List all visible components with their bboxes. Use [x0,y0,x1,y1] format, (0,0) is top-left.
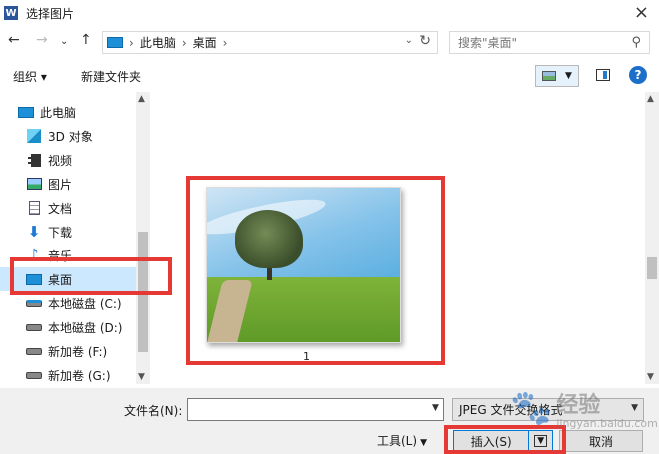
paw-logo-icon: 🐾 [510,388,553,428]
help-icon[interactable]: ? [629,66,647,84]
scroll-thumb[interactable] [647,257,657,279]
change-view-button[interactable]: ▼ [535,65,579,87]
sidebar-item-pictures[interactable]: 图片 [0,172,136,196]
baidu-jingyan-watermark: 🐾 经验 jingyan.baidu.com [510,378,658,438]
scroll-up-icon[interactable]: ▲ [647,94,654,104]
drive-icon [26,368,42,382]
pc-icon [107,37,123,48]
sidebar-item-drive-g[interactable]: 新加卷 (G:) [0,363,136,384]
watermark-sub: jingyan.baidu.com [556,416,658,430]
filename-label: 文件名(N): [124,404,183,418]
preview-pane-icon[interactable] [596,69,610,81]
search-placeholder: 搜索"桌面" [458,36,518,50]
sidebar-item-this-pc[interactable]: 此电脑 [0,100,136,124]
highlight-box-desktop [10,257,172,295]
sidebar-item-label: 图片 [48,177,73,192]
sidebar-item-label: 本地磁盘 (C:) [48,296,122,311]
breadcrumb-separator-icon[interactable]: › [223,36,228,50]
sidebar-item-label: 3D 对象 [48,129,93,144]
breadcrumb-desktop[interactable]: 桌面 [193,34,217,51]
sidebar-item-label: 下载 [48,225,73,240]
3d-objects-icon [26,129,42,143]
sidebar-scrollbar[interactable]: ▲ ▼ [136,92,150,384]
sidebar-item-drive-f[interactable]: 新加卷 (F:) [0,339,136,363]
close-icon[interactable]: × [634,2,649,23]
command-toolbar: 组织 ▾ 新建文件夹 ▼ ? [0,62,659,90]
navigation-bar: ← → ⌄ ↑ › 此电脑 › 桌面 › ⌄ ↻ 搜索"桌面" ⚲ [0,28,659,56]
scroll-down-icon[interactable]: ▼ [138,372,145,382]
organize-button[interactable]: 组织 ▾ [13,68,47,85]
chevron-down-icon: ▼ [420,438,427,448]
drive-icon [26,320,42,334]
filename-input[interactable] [187,398,444,421]
address-dropdown-icon[interactable]: ⌄ [405,35,413,46]
refresh-icon[interactable]: ↻ [419,33,431,49]
navigation-pane: 此电脑 3D 对象 视频 图片 文档 ⬇ 下载 ♪ 音乐 桌面 本地磁盘 (C:… [0,92,150,384]
thumbnail-view-icon [542,71,556,81]
drive-icon [26,296,42,310]
drive-icon [26,344,42,358]
breadcrumb-separator-icon: › [181,35,187,50]
highlight-box-image [186,176,445,365]
forward-arrow-icon[interactable]: → [36,32,48,48]
sidebar-item-label: 文档 [48,201,73,216]
search-icon[interactable]: ⚲ [631,35,641,50]
address-bar[interactable]: › 此电脑 › 桌面 › ⌄ ↻ [102,31,438,54]
breadcrumb-this-pc[interactable]: 此电脑 [140,34,176,51]
up-arrow-icon[interactable]: ↑ [80,32,92,48]
tools-label: 工具(L) [377,434,418,448]
sidebar-item-videos[interactable]: 视频 [0,148,136,172]
sidebar-item-label: 此电脑 [40,105,77,120]
documents-icon [26,201,42,215]
watermark-text: 经验 jingyan.baidu.com [556,387,658,430]
new-folder-button[interactable]: 新建文件夹 [81,68,141,85]
sidebar-item-downloads[interactable]: ⬇ 下载 [0,220,136,244]
download-icon: ⬇ [27,223,41,241]
video-icon [26,153,42,167]
sidebar-item-documents[interactable]: 文档 [0,196,136,220]
tools-button[interactable]: 工具(L) ▼ [377,432,427,449]
back-arrow-icon[interactable]: ← [8,32,20,48]
sidebar-item-label: 新加卷 (F:) [48,344,108,359]
title-bar: W 选择图片 × [0,0,659,26]
sidebar-item-label: 视频 [48,153,73,168]
word-app-icon: W [4,6,18,20]
breadcrumb-separator-icon: › [129,35,134,50]
sidebar-item-label: 新加卷 (G:) [48,368,111,383]
recent-locations-chevron-icon[interactable]: ⌄ [60,36,68,47]
sidebar-item-label: 本地磁盘 (D:) [48,320,123,335]
window-title: 选择图片 [26,6,75,21]
scroll-up-icon[interactable]: ▲ [138,94,145,104]
file-list-pane: 1 [150,92,645,384]
sidebar-item-drive-d[interactable]: 本地磁盘 (D:) [0,315,136,339]
search-input[interactable]: 搜索"桌面" ⚲ [449,31,650,54]
sidebar-item-3d-objects[interactable]: 3D 对象 [0,124,136,148]
chevron-down-icon[interactable]: ▼ [565,71,572,81]
content-scrollbar[interactable]: ▲ ▼ [645,92,659,384]
watermark-main: 经验 [556,391,601,418]
pictures-icon [26,177,42,191]
pc-icon [18,105,34,119]
